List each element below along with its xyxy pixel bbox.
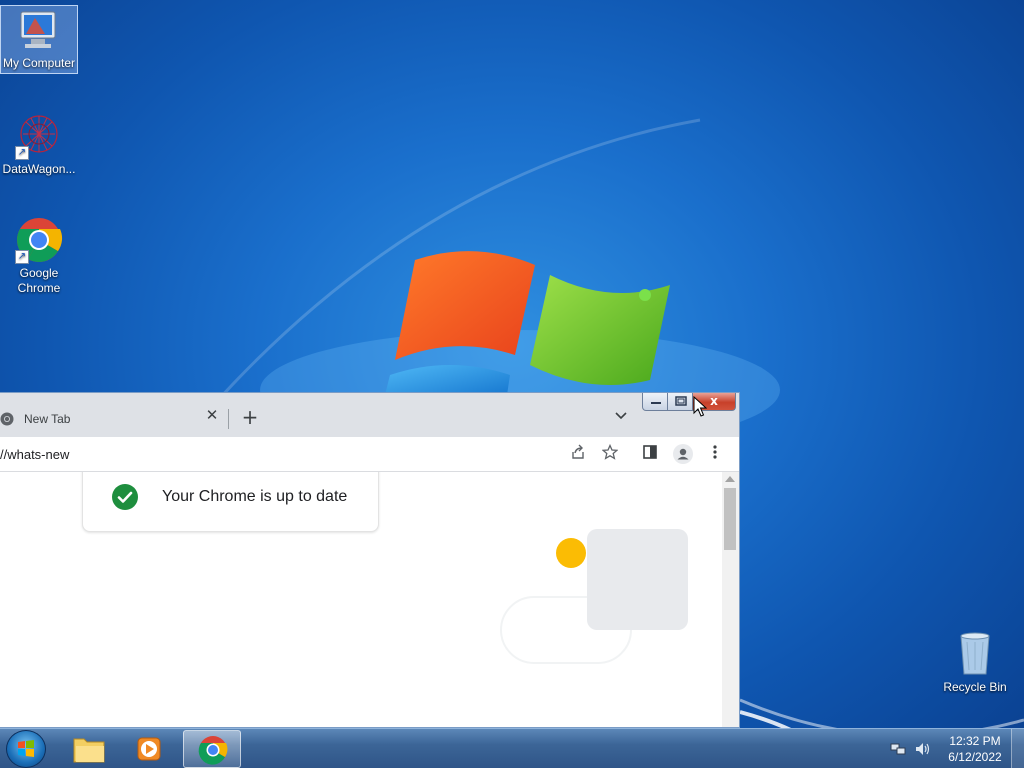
desktop-icon-label: DataWagon... bbox=[2, 162, 76, 176]
start-button[interactable] bbox=[6, 730, 46, 768]
taskbar-media-player[interactable] bbox=[120, 730, 178, 768]
computer-icon bbox=[15, 6, 63, 54]
side-panel-icon[interactable] bbox=[640, 444, 660, 464]
chrome-icon: ↗ bbox=[15, 216, 63, 264]
desktop-icon-label: My Computer bbox=[2, 56, 76, 70]
shortcut-arrow-icon: ↗ bbox=[15, 146, 29, 160]
decorative-yellow-dot bbox=[556, 538, 586, 568]
shortcut-arrow-icon: ↗ bbox=[15, 250, 29, 264]
media-player-icon bbox=[137, 737, 161, 761]
chrome-icon bbox=[198, 736, 228, 765]
desktop-icon-my-computer[interactable]: My Computer bbox=[0, 5, 78, 74]
clock-date: 6/12/2022 bbox=[948, 750, 1002, 764]
scroll-thumb[interactable] bbox=[724, 488, 736, 550]
tab-new-tab[interactable]: New Tab ✕ bbox=[0, 401, 228, 437]
chrome-favicon-icon bbox=[0, 412, 14, 426]
taskbar-file-explorer[interactable] bbox=[60, 730, 118, 768]
recycle-bin-icon bbox=[951, 630, 999, 678]
vertical-scrollbar[interactable] bbox=[722, 472, 739, 727]
new-tab-button[interactable]: + bbox=[240, 407, 260, 427]
system-tray: 12:32 PM 6/12/2022 bbox=[884, 729, 1024, 768]
windows-logo bbox=[385, 251, 670, 395]
chrome-window: New Tab ✕ + x //whats-new Your Chrome is… bbox=[0, 392, 740, 728]
profile-avatar-icon[interactable] bbox=[673, 444, 693, 464]
tab-close-icon[interactable]: ✕ bbox=[203, 407, 221, 425]
checkmark-icon bbox=[112, 484, 138, 510]
minimize-button[interactable] bbox=[642, 393, 668, 411]
tab-strip: New Tab ✕ + x bbox=[0, 393, 739, 437]
desktop-icon-label: Recycle Bin bbox=[943, 680, 1007, 694]
bookmark-star-icon[interactable] bbox=[600, 443, 620, 464]
window-controls: x bbox=[642, 393, 738, 411]
taskbar: 12:32 PM 6/12/2022 bbox=[0, 728, 1024, 768]
tab-search-icon[interactable] bbox=[612, 407, 630, 425]
update-status-card: Your Chrome is up to date bbox=[82, 472, 379, 532]
browser-toolbar: //whats-new bbox=[0, 437, 739, 472]
share-icon[interactable] bbox=[568, 444, 588, 464]
desktop-icon-recycle-bin[interactable]: Recycle Bin bbox=[936, 630, 1014, 695]
taskbar-chrome[interactable] bbox=[183, 730, 241, 768]
volume-icon[interactable] bbox=[914, 741, 932, 757]
decorative-square bbox=[587, 529, 688, 630]
network-icon[interactable] bbox=[890, 741, 906, 757]
tab-separator bbox=[228, 409, 229, 429]
desktop-icon-google-chrome[interactable]: ↗ Google Chrome bbox=[0, 216, 78, 296]
tab-title: New Tab bbox=[24, 412, 71, 426]
clock-time: 12:32 PM bbox=[949, 734, 1001, 748]
folder-icon bbox=[73, 738, 105, 763]
desktop-icon-label-line1: Google bbox=[19, 266, 59, 280]
update-status-text: Your Chrome is up to date bbox=[162, 488, 348, 505]
mouse-cursor-icon bbox=[693, 396, 707, 417]
datawagon-icon: ↗ bbox=[15, 112, 63, 160]
system-clock[interactable]: 12:32 PM 6/12/2022 bbox=[940, 733, 1010, 765]
page-content: Your Chrome is up to date bbox=[0, 472, 722, 727]
desktop-icon-datawagon[interactable]: ↗ DataWagon... bbox=[0, 112, 78, 177]
address-bar[interactable]: //whats-new bbox=[0, 441, 628, 469]
menu-kebab-icon[interactable] bbox=[705, 444, 725, 464]
show-desktop-button[interactable] bbox=[1011, 729, 1024, 768]
maximize-button[interactable] bbox=[667, 393, 693, 411]
desktop-icon-label-line2: Chrome bbox=[17, 281, 61, 295]
scroll-up-arrow-icon[interactable] bbox=[725, 476, 735, 482]
